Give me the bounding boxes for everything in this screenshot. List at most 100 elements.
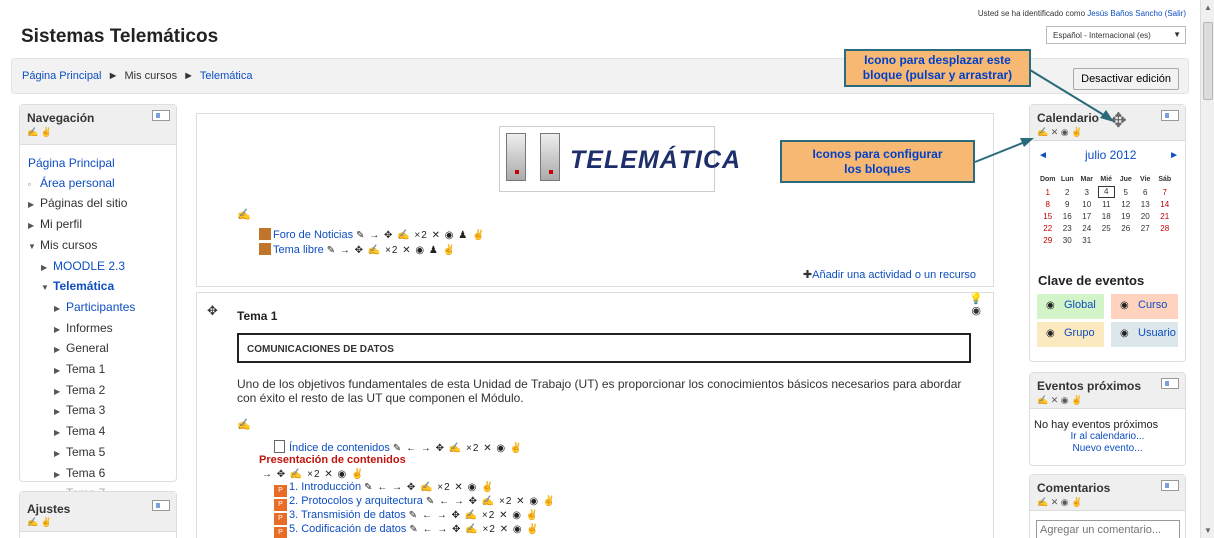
scroll-down-icon[interactable]: ▼ <box>1204 526 1212 535</box>
edit-tools-icons[interactable]: ✎ ← → ✥ ✍ ×2 ✕ ◉ ✌ <box>426 496 556 507</box>
prev-month-icon[interactable]: ◄ <box>1038 150 1048 161</box>
logout-link[interactable]: (Salir) <box>1165 9 1186 18</box>
config-icons[interactable]: ✍ ✌ <box>27 127 52 138</box>
calendar-day[interactable]: 31 <box>1077 234 1097 246</box>
index-link[interactable]: Índice de contenidos <box>289 442 390 454</box>
next-month-icon[interactable]: ► <box>1169 150 1179 161</box>
calendar-day[interactable]: 20 <box>1136 210 1156 222</box>
edit-tools-icons[interactable]: ✎ ← → ✥ ✍ ×2 ✕ ◉ ✌ <box>364 482 494 493</box>
nav-item[interactable]: ▶ Tema 2 <box>28 381 135 402</box>
dock-icon[interactable] <box>1161 110 1179 121</box>
dock-icon[interactable] <box>152 500 170 511</box>
nav-item[interactable]: ▶ Tema 5 <box>28 443 135 464</box>
nav-item[interactable]: ▼ Telemática <box>28 277 135 298</box>
nav-item[interactable]: ▶ Páginas del sitio <box>28 194 135 215</box>
nav-item[interactable]: ▶ General <box>28 339 135 360</box>
comment-input[interactable] <box>1036 520 1180 538</box>
dock-icon[interactable] <box>1161 378 1179 389</box>
calendar-day[interactable]: 26 <box>1116 222 1136 234</box>
highlight-icons[interactable]: 💡 ◉ <box>969 293 983 317</box>
user-link[interactable]: Jesús Baños Sancho <box>1087 9 1162 18</box>
resource-link[interactable]: 1. Introducción <box>289 481 361 493</box>
edit-tools-icons[interactable]: → ✥ ✍ ×2 ✕ ◉ ✌ <box>262 469 364 480</box>
calendar-day[interactable]: 7 <box>1155 186 1175 198</box>
index-resource[interactable]: Índice de contenidos ✎ ← → ✥ ✍ ×2 ✕ ◉ ✌ <box>274 440 523 454</box>
edit-tools-icons[interactable]: ✎ ← → ✥ ✍ ×2 ✕ ◉ ✌ <box>409 524 539 535</box>
nav-item[interactable]: ▶ Tema 6 <box>28 464 135 485</box>
activity-link[interactable]: Tema libre <box>273 244 324 256</box>
calendar-day[interactable]: 6 <box>1136 186 1156 198</box>
calendar-day[interactable]: 4 <box>1097 186 1117 198</box>
go-calendar-link[interactable]: Ir al calendario... <box>1071 431 1145 442</box>
edit-mode-button[interactable]: Desactivar edición <box>1073 68 1179 90</box>
calendar-day[interactable]: 25 <box>1097 222 1117 234</box>
calendar-day[interactable]: 10 <box>1077 198 1097 210</box>
language-select[interactable]: Español - Internacional (es) ▼ <box>1046 26 1186 44</box>
month-link[interactable]: julio 2012 <box>1085 148 1136 162</box>
section-tools[interactable]: → ✥ ✍ ×2 ✕ ◉ ✌ <box>259 468 364 480</box>
calendar-day[interactable]: 17 <box>1077 210 1097 222</box>
activity-free-topic[interactable]: Tema libre ✎ → ✥ ✍ ×2 ✕ ◉ ♟ ✌ <box>259 243 456 256</box>
calendar-day[interactable]: 12 <box>1116 198 1136 210</box>
resource-link[interactable]: 3. Transmisión de datos <box>289 509 406 521</box>
calendar-day[interactable]: 19 <box>1116 210 1136 222</box>
calendar-day[interactable]: 29 <box>1038 234 1058 246</box>
edit-tools-icons[interactable]: ✎ → ✥ ✍ ×2 ✕ ◉ ♟ ✌ <box>356 230 485 241</box>
add-activity[interactable]: ✚Añadir una actividad o un recurso <box>803 268 976 281</box>
nav-item[interactable]: ▶ Informes <box>28 319 135 340</box>
breadcrumb-course[interactable]: Telemática <box>200 70 253 82</box>
resource-link[interactable]: 2. Protocolos y arquitectura <box>289 495 423 507</box>
scrollbar-thumb[interactable] <box>1203 22 1213 100</box>
nav-item[interactable]: ▶ MOODLE 2.3 <box>28 257 135 278</box>
key-group[interactable]: ◉ Grupo <box>1037 322 1104 347</box>
calendar-day[interactable]: 15 <box>1038 210 1058 222</box>
breadcrumb-home[interactable]: Página Principal <box>22 70 102 82</box>
config-icons[interactable]: ✍ ✌ <box>27 517 52 528</box>
nav-item[interactable]: ▶ Participantes <box>28 298 135 319</box>
calendar-day[interactable]: 2 <box>1058 186 1078 198</box>
calendar-day[interactable]: 11 <box>1097 198 1117 210</box>
nav-item[interactable]: ▼ Mis cursos <box>28 236 135 257</box>
nav-item[interactable]: ▶ Tema 3 <box>28 401 135 422</box>
edit-tools-icons[interactable]: ✎ → ✥ ✍ ×2 ✕ ◉ ♟ ✌ <box>327 245 456 256</box>
config-icons[interactable]: ✍ ✕ ◉ ✌ <box>1037 395 1082 406</box>
key-user[interactable]: ◉ Usuario <box>1111 322 1178 347</box>
calendar-day[interactable]: 13 <box>1136 198 1156 210</box>
config-icons[interactable]: ✍ ✕ ◉ ✌ <box>1037 127 1082 138</box>
move-icon[interactable]: ✥ <box>1110 108 1127 133</box>
calendar-day[interactable]: 30 <box>1058 234 1078 246</box>
calendar-day[interactable]: 23 <box>1058 222 1078 234</box>
calendar-day[interactable]: 1 <box>1038 186 1058 198</box>
config-icons[interactable]: ✍ ✕ ◉ ✌ <box>1037 497 1082 508</box>
nav-item[interactable]: ▫ Área personal <box>28 174 135 195</box>
edit-pencil-icon[interactable]: ✍ <box>237 418 251 431</box>
calendar-day[interactable]: 27 <box>1136 222 1156 234</box>
nav-item[interactable]: ▶ Tema 4 <box>28 422 135 443</box>
add-activity-link[interactable]: Añadir una actividad o un recurso <box>812 269 976 281</box>
key-course[interactable]: ◉ Curso <box>1111 294 1178 319</box>
nav-item[interactable]: ▶ Mi perfil <box>28 215 135 236</box>
calendar-day[interactable]: 8 <box>1038 198 1058 210</box>
dock-icon[interactable] <box>152 110 170 121</box>
nav-item[interactable]: ▶ Tema 1 <box>28 360 135 381</box>
calendar-day[interactable]: 16 <box>1058 210 1078 222</box>
calendar-day[interactable]: 21 <box>1155 210 1175 222</box>
edit-tools-icons[interactable]: ✎ ← → ✥ ✍ ×2 ✕ ◉ ✌ <box>393 443 523 454</box>
calendar-day[interactable]: 18 <box>1097 210 1117 222</box>
vertical-scrollbar[interactable]: ▲ ▼ <box>1200 0 1214 538</box>
calendar-day[interactable]: 24 <box>1077 222 1097 234</box>
activity-forum[interactable]: Foro de Noticias ✎ → ✥ ✍ ×2 ✕ ◉ ♟ ✌ <box>259 228 485 241</box>
edit-tools-icons[interactable]: ✎ ← → ✥ ✍ ×2 ✕ ◉ ✌ <box>409 510 539 521</box>
nav-item[interactable]: Página Principal <box>28 154 135 174</box>
calendar-day[interactable]: 14 <box>1155 198 1175 210</box>
edit-pencil-icon[interactable]: ✍ <box>237 208 251 221</box>
calendar-day[interactable]: 3 <box>1077 186 1097 198</box>
new-event-link[interactable]: Nuevo evento... <box>1072 443 1142 454</box>
calendar-day[interactable]: 28 <box>1155 222 1175 234</box>
key-global[interactable]: ◉ Global <box>1037 294 1104 319</box>
resource-item[interactable]: P 5. Codificación de datos ✎ ← → ✥ ✍ ×2 ✕ … <box>274 523 540 538</box>
dock-icon[interactable] <box>1161 480 1179 491</box>
scroll-up-icon[interactable]: ▲ <box>1204 3 1212 12</box>
calendar-day[interactable]: 9 <box>1058 198 1078 210</box>
calendar-day[interactable]: 5 <box>1116 186 1136 198</box>
